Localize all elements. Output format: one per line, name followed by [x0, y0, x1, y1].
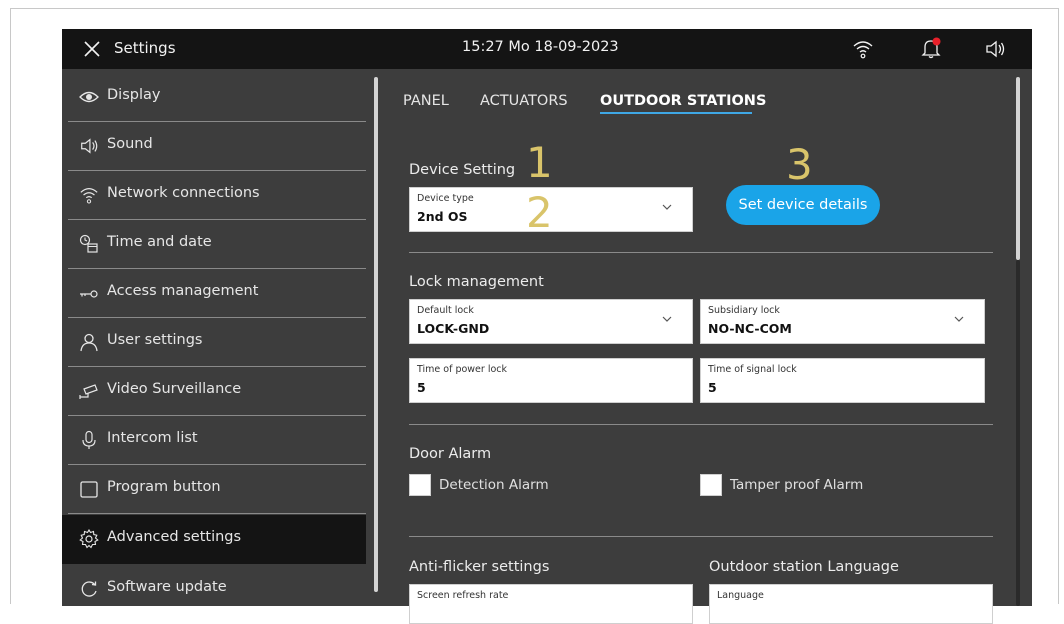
section-title-anti-flicker: Anti-flicker settings	[409, 559, 550, 575]
section-title-door-alarm: Door Alarm	[409, 446, 492, 462]
divider	[409, 424, 993, 425]
notification-badge	[932, 37, 941, 46]
default-lock-select[interactable]: Default lock LOCK-GND	[409, 299, 693, 344]
sidebar-item-advanced-settings[interactable]: Advanced settings	[62, 515, 366, 564]
checkbox-label: Tamper proof Alarm	[730, 477, 864, 493]
active-tab-indicator	[600, 112, 752, 114]
set-device-details-button[interactable]: Set device details	[726, 185, 880, 225]
detection-alarm-checkbox[interactable]	[409, 474, 431, 496]
tab-outdoor-stations[interactable]: OUTDOOR STATIONS	[600, 93, 766, 109]
field-label: Language	[717, 590, 764, 601]
language-select[interactable]: Language	[709, 584, 993, 624]
field-label: Device type	[417, 193, 474, 204]
field-value: NO-NC-COM	[708, 321, 792, 336]
sidebar-item-time-date[interactable]: Time and date	[62, 220, 366, 269]
wifi-icon[interactable]	[852, 39, 874, 59]
sidebar-item-label: Program button	[107, 479, 221, 495]
screen-refresh-rate-select[interactable]: Screen refresh rate	[409, 584, 693, 624]
power-lock-time-input[interactable]: Time of power lock 5	[409, 358, 693, 403]
sidebar-item-label: Intercom list	[107, 430, 198, 446]
sidebar-item-label: Network connections	[107, 185, 260, 201]
field-label: Time of signal lock	[708, 364, 797, 375]
section-title-device-setting: Device Setting	[409, 162, 516, 178]
chevron-down-icon	[954, 316, 964, 322]
field-label: Default lock	[417, 305, 474, 316]
sidebar-item-sound[interactable]: Sound	[62, 122, 366, 171]
sidebar-item-label: Software update	[107, 579, 227, 595]
field-value: 2nd OS	[417, 209, 468, 224]
sidebar-item-display[interactable]: Display	[62, 73, 366, 122]
tab-panel[interactable]: PANEL	[403, 93, 449, 109]
signal-lock-time-input[interactable]: Time of signal lock 5	[700, 358, 985, 403]
sidebar-item-label: Sound	[107, 136, 153, 152]
chevron-down-icon	[662, 204, 672, 210]
field-label: Time of power lock	[417, 364, 508, 375]
sidebar-item-user-settings[interactable]: User settings	[62, 318, 366, 367]
annotation-number: 2	[526, 188, 553, 237]
speaker-icon[interactable]	[984, 39, 1006, 59]
divider	[68, 513, 366, 514]
close-icon[interactable]	[82, 39, 102, 59]
divider	[409, 252, 993, 253]
section-title-language: Outdoor station Language	[709, 559, 899, 575]
main-scrollbar[interactable]	[1016, 77, 1020, 260]
sidebar-item-label: User settings	[107, 332, 203, 348]
main-scrollbar-track	[1016, 260, 1020, 606]
speaker-icon	[81, 138, 98, 154]
sidebar-item-video-surveillance[interactable]: Video Surveillance	[62, 367, 366, 416]
sidebar-item-label: Video Surveillance	[107, 381, 242, 397]
sidebar-item-intercom-list[interactable]: Intercom list	[62, 416, 366, 465]
annotation-number: 3	[786, 140, 813, 189]
sidebar-item-network[interactable]: Network connections	[62, 171, 366, 220]
field-label: Subsidiary lock	[708, 305, 780, 316]
key-icon	[80, 290, 98, 298]
settings-sidebar: Display Sound Network connections Time a…	[62, 69, 374, 606]
wifi-icon	[80, 188, 98, 204]
sidebar-item-access-management[interactable]: Access management	[62, 269, 366, 318]
field-value: LOCK-GND	[417, 321, 490, 336]
sidebar-item-label: Time and date	[107, 234, 212, 250]
user-icon	[80, 333, 98, 352]
sidebar-scrollbar[interactable]	[374, 77, 378, 592]
date-time: 15:27 Mo 18-09-2023	[462, 39, 619, 55]
sidebar-item-label: Advanced settings	[107, 529, 242, 545]
bell-icon[interactable]	[920, 37, 942, 59]
eye-icon	[79, 91, 99, 103]
gear-icon	[79, 529, 99, 549]
section-title-lock-management: Lock management	[409, 274, 544, 290]
field-value: 5	[417, 380, 426, 395]
field-value: 5	[708, 380, 717, 395]
divider	[409, 536, 993, 537]
microphone-icon	[82, 430, 96, 449]
tamper-alarm-checkbox[interactable]	[700, 474, 722, 496]
square-icon	[80, 481, 98, 498]
sidebar-item-program-button[interactable]: Program button	[62, 465, 366, 514]
sidebar-item-software-update[interactable]: Software update	[62, 565, 366, 614]
sidebar-item-label: Display	[107, 87, 161, 103]
camera-icon	[79, 384, 98, 399]
clock-calendar-icon	[79, 234, 98, 253]
annotation-number: 1	[526, 138, 553, 187]
page-title: Settings	[114, 39, 176, 57]
chevron-down-icon	[662, 316, 672, 322]
sidebar-item-label: Access management	[107, 283, 259, 299]
field-label: Screen refresh rate	[417, 590, 509, 601]
refresh-icon	[81, 581, 97, 597]
top-bar: Settings 15:27 Mo 18-09-2023	[62, 29, 1032, 69]
tab-actuators[interactable]: ACTUATORS	[480, 93, 568, 109]
checkbox-label: Detection Alarm	[439, 477, 549, 493]
subsidiary-lock-select[interactable]: Subsidiary lock NO-NC-COM	[700, 299, 985, 344]
